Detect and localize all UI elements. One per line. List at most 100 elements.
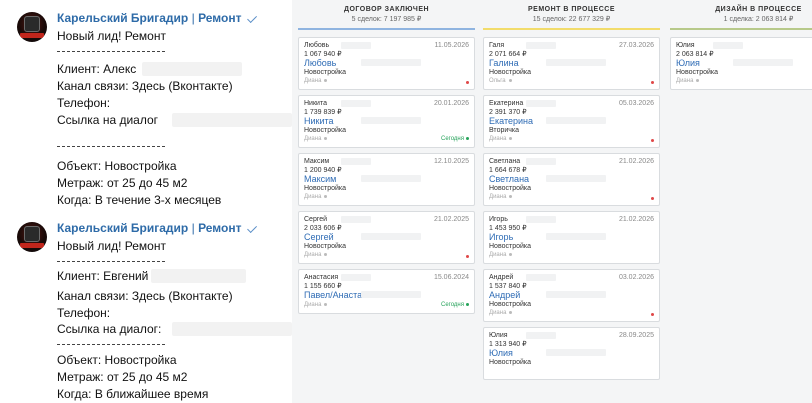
deal-card[interactable]: Сергей 21.02.2025 2 033 606 ₽ Сергей Новостр…	[298, 211, 475, 264]
deal-object: Новостройка	[489, 69, 531, 76]
sender-name[interactable]: Карельский Бригадир | Ремонт	[57, 11, 258, 25]
deal-object: Новостройка	[489, 243, 531, 250]
sender-avatar[interactable]	[17, 12, 47, 42]
deal-object: Новостройка	[489, 301, 531, 308]
deal-card[interactable]: Андрей 03.02.2026 1 537 840 ₽ Андрей Новостр…	[483, 269, 660, 322]
deal-responsible: Диана	[304, 136, 328, 142]
deal-responsible: Диана	[489, 252, 513, 258]
message-line: Канал связи: Здесь (Вконтакте)	[57, 79, 233, 93]
deal-contact-link[interactable]: Екатерина	[489, 116, 533, 126]
deal-card[interactable]: Максим 12.10.2025 1 200 940 ₽ Максим Новостр…	[298, 153, 475, 206]
deal-contact-link[interactable]: Светлана	[489, 174, 529, 184]
message-line[interactable]: Ссылка на диалог	[57, 113, 158, 127]
deal-date: 11.05.2026	[434, 42, 469, 49]
task-status-badge[interactable]: Сегодня	[441, 302, 469, 308]
message-line: Метраж: от 25 до 45 м2	[57, 176, 188, 190]
message-line: Объект: Новостройка	[57, 159, 177, 173]
chat-message: Карельский Бригадир | Ремонт Новый лид! …	[0, 210, 292, 403]
deal-name: Андрей	[489, 274, 514, 281]
redacted-block	[361, 117, 421, 124]
column-header[interactable]: РЕМОНТ В ПРОЦЕССЕ 15 сделок: 22 677 329 ₽	[483, 0, 660, 30]
deal-responsible: Диана	[489, 194, 513, 200]
deal-card[interactable]: Екатерина 05.03.2026 2 391 370 ₽ Екатерина В…	[483, 95, 660, 148]
deal-date: 05.03.2026	[618, 100, 654, 107]
deal-card[interactable]: Анастасия 15.06.2024 1 155 660 ₽ Павел/Анас…	[298, 269, 475, 314]
deal-card[interactable]: Игорь 21.02.2026 1 453 950 ₽ Игорь Новострой…	[483, 211, 660, 264]
overdue-dot-icon	[651, 139, 654, 142]
deal-contact-link[interactable]: Игорь	[489, 232, 513, 242]
deal-date: 03.02.2026	[618, 274, 654, 281]
deal-card[interactable]: Юлия 28.09.2025 1 313 940 ₽ Юлия Новостройка	[483, 327, 660, 380]
deal-card[interactable]: Никита 20.01.2026 1 739 839 ₽ Никита Новостр…	[298, 95, 475, 148]
deal-date: 20.01.2026	[433, 100, 469, 107]
message-line: Объект: Новостройка	[57, 353, 177, 367]
deal-name: Светлана	[489, 158, 521, 165]
deal-date: 27.03.2026	[618, 42, 654, 49]
task-status-badge[interactable]: Сегодня	[441, 136, 469, 142]
deal-sum: 1 155 660 ₽	[304, 283, 342, 290]
redacted-block	[733, 59, 793, 66]
deal-name: Галя	[489, 42, 505, 49]
deal-responsible: Диана	[304, 194, 328, 200]
column-header[interactable]: ДОГОВОР ЗАКЛЮЧЕН 5 сделок: 7 197 985 ₽	[298, 0, 475, 30]
deal-card[interactable]: Любовь 11.05.2026 1 067 940 ₽ Любовь Новостр…	[298, 37, 475, 90]
overdue-dot-icon	[651, 81, 654, 84]
deal-contact-link[interactable]: Любовь	[304, 58, 336, 68]
deal-object: Новостройка	[304, 243, 346, 250]
verified-check-icon	[246, 13, 257, 24]
deal-card[interactable]: Галя 27.03.2026 2 071 664 ₽ Галина Новострой…	[483, 37, 660, 90]
chat-message: Карельский Бригадир | Ремонт Новый лид! …	[0, 0, 292, 210]
brand-logo-ribbon	[20, 33, 44, 38]
redacted-block	[361, 175, 421, 182]
deal-object: Новостройка	[304, 127, 346, 134]
deal-card[interactable]: Юлия 2 063 814 ₽ Юлия Новостройка Диана	[670, 37, 812, 90]
deal-contact-link[interactable]: Сергей	[304, 232, 334, 242]
message-line: Новый лид! Ремонт	[57, 239, 166, 253]
deal-name: Юлия	[676, 42, 695, 49]
deal-responsible: Диана	[304, 78, 328, 84]
column-color-bar	[670, 28, 812, 30]
sender-avatar[interactable]	[17, 222, 47, 252]
message-line: Когда: В ближайшее время	[57, 387, 209, 401]
deal-contact-link[interactable]: Юлия	[489, 348, 513, 358]
message-line: Когда: В течение 3-х месяцев	[57, 193, 222, 207]
redacted-block	[341, 100, 371, 107]
redacted-block	[361, 233, 421, 240]
redacted-block	[172, 322, 292, 336]
deal-date: 21.02.2026	[618, 216, 654, 223]
sender-name[interactable]: Карельский Бригадир | Ремонт	[57, 221, 258, 235]
deal-responsible: Диана	[489, 310, 513, 316]
deal-contact-link[interactable]: Никита	[304, 116, 334, 126]
sender-suffix: Ремонт	[198, 11, 242, 25]
deal-object: Новостройка	[676, 69, 718, 76]
deal-sum: 2 071 664 ₽	[489, 51, 527, 58]
deal-responsible: Диана	[304, 252, 328, 258]
deal-object: Новостройка	[304, 69, 346, 76]
deal-sum: 1 664 678 ₽	[489, 167, 527, 174]
deal-name: Юлия	[489, 332, 508, 339]
column-summary: 5 сделок: 7 197 985 ₽	[351, 16, 422, 23]
verified-check-icon	[246, 223, 257, 234]
sender-title: Карельский Бригадир	[57, 221, 189, 235]
deal-contact-link[interactable]: Максим	[304, 174, 336, 184]
redacted-block	[341, 216, 371, 223]
deal-object: Вторичка	[489, 127, 520, 134]
redacted-block	[361, 59, 421, 66]
deal-date: 21.02.2026	[618, 158, 654, 165]
overdue-dot-icon	[466, 255, 469, 258]
message-divider	[57, 344, 165, 345]
message-line: Метраж: от 25 до 45 м2	[57, 370, 188, 384]
deal-card[interactable]: Светлана 21.02.2026 1 664 678 ₽ Светлана Нов…	[483, 153, 660, 206]
deal-contact-link[interactable]: Андрей	[489, 290, 520, 300]
deal-responsible: Диана	[676, 78, 700, 84]
redacted-block	[526, 332, 556, 339]
redacted-block	[361, 291, 421, 298]
deal-date: 12.10.2025	[433, 158, 469, 165]
deal-contact-link[interactable]: Юлия	[676, 58, 700, 68]
message-divider	[57, 51, 165, 52]
message-line: Канал связи: Здесь (Вконтакте)	[57, 289, 233, 303]
redacted-block	[341, 158, 371, 165]
message-line[interactable]: Ссылка на диалог:	[57, 322, 161, 336]
deal-contact-link[interactable]: Галина	[489, 58, 519, 68]
column-header[interactable]: ДИЗАЙН В ПРОЦЕССЕ 1 сделка: 2 063 814 ₽	[670, 0, 812, 30]
